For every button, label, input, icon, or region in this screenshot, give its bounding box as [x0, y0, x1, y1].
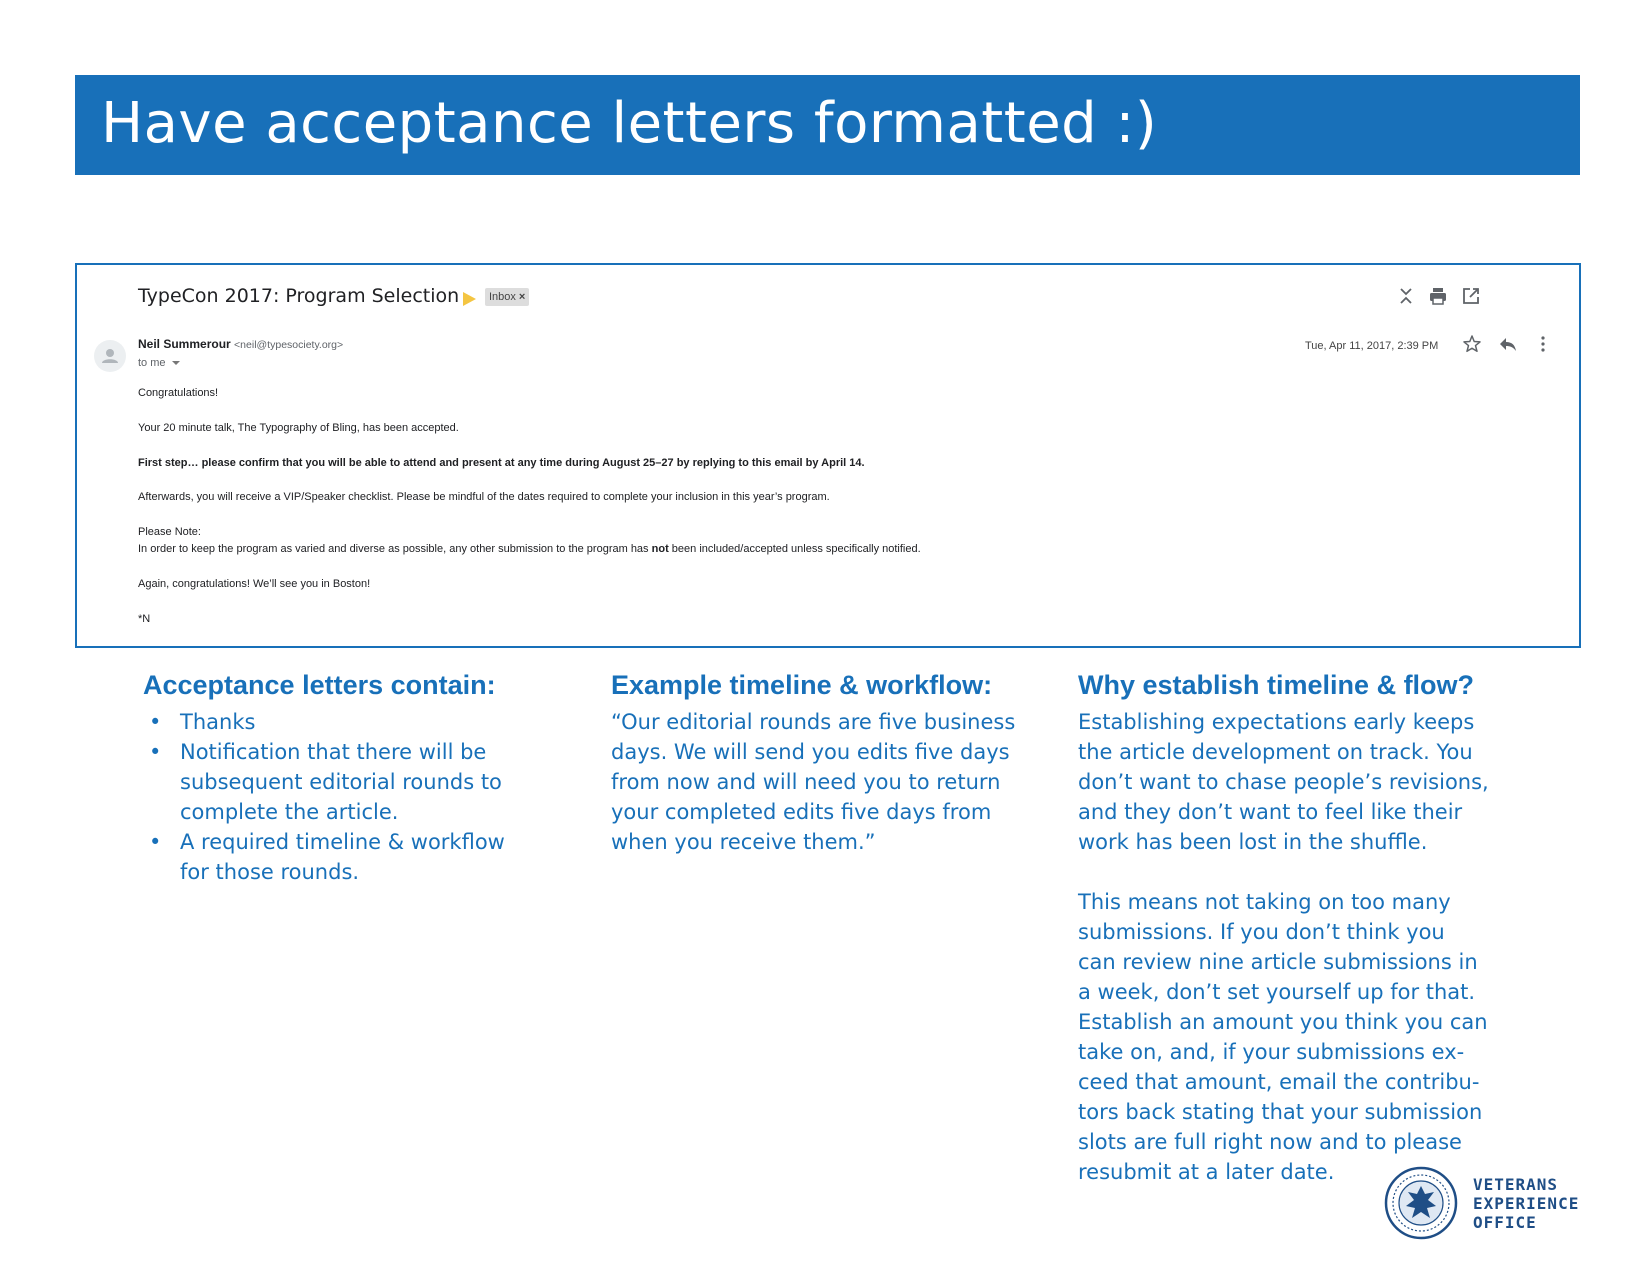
- sender-email: <neil@typesociety.org>: [234, 339, 344, 351]
- body-note-heading: Please Note:: [138, 526, 201, 538]
- recipient-dropdown[interactable]: to me: [138, 357, 180, 369]
- collapse-icon[interactable]: [1395, 285, 1417, 307]
- va-seal-icon: [1384, 1166, 1458, 1240]
- logo-line: OFFICE: [1473, 1213, 1537, 1232]
- text-line: slots are full right now and to please: [1078, 1130, 1462, 1154]
- importance-marker-icon[interactable]: [463, 292, 476, 306]
- column-example-timeline: Example timeline & workflow: “Our editor…: [611, 670, 1015, 857]
- text-line: work has been lost in the shuffle.: [1078, 830, 1428, 854]
- body-line-3: Afterwards, you will receive a VIP/Speak…: [138, 491, 830, 503]
- text-line: tors back stating that your submission: [1078, 1100, 1483, 1124]
- sender-name: Neil Summerour: [138, 337, 231, 351]
- star-icon[interactable]: [1461, 333, 1483, 355]
- text-line: days. We will send you edits five days: [611, 740, 1010, 764]
- body-line-1: Your 20 minute talk, The Typography of B…: [138, 422, 459, 434]
- print-icon[interactable]: [1427, 285, 1449, 307]
- body-line-2: First step… please confirm that you will…: [138, 457, 865, 469]
- example-quote: “Our editorial rounds are five business …: [611, 707, 1015, 857]
- note-text-after: been included/accepted unless specifical…: [668, 543, 921, 555]
- email-date: Tue, Apr 11, 2017, 2:39 PM: [1305, 340, 1439, 352]
- avatar-icon: [94, 340, 126, 372]
- logo-line: EXPERIENCE: [1473, 1194, 1580, 1213]
- text-line: ceed that amount, email the contribu-: [1078, 1070, 1480, 1094]
- column-why-establish: Why establish timeline & flow? Establish…: [1078, 670, 1489, 1187]
- bullet: •: [149, 710, 162, 734]
- open-new-window-icon[interactable]: [1460, 285, 1482, 307]
- text-line: from now and will need you to return: [611, 770, 1001, 794]
- list-item: • Notification that there will be subseq…: [143, 737, 505, 827]
- reply-icon[interactable]: [1497, 333, 1519, 355]
- veterans-experience-office-logo: VETERANS EXPERIENCE OFFICE: [1473, 1175, 1579, 1232]
- text-line: can review nine article submissions in: [1078, 950, 1478, 974]
- bullet: •: [149, 830, 162, 854]
- column-heading: Acceptance letters contain:: [143, 670, 496, 700]
- paragraph-1: Establishing expectations early keeps th…: [1078, 707, 1489, 857]
- text-line: This means not taking on too many: [1078, 890, 1451, 914]
- text-line: Establish an amount you think you can: [1078, 1010, 1488, 1034]
- bullet: •: [149, 740, 162, 764]
- list-item-line: subsequent editorial rounds to: [180, 770, 502, 794]
- text-line: and they don’t want to feel like their: [1078, 800, 1463, 824]
- column-heading: Why establish timeline & flow?: [1078, 670, 1475, 700]
- body-note-line: In order to keep the program as varied a…: [138, 543, 921, 555]
- column-acceptance-letters: Acceptance letters contain: • Thanks • N…: [143, 670, 505, 887]
- body-signature: *N: [138, 613, 151, 625]
- caret-down-icon: [171, 361, 180, 366]
- email-screenshot: TypeCon 2017: Program Selection Inbox × N…: [75, 263, 1581, 648]
- list-item-line: complete the article.: [180, 800, 399, 824]
- paragraph-2: This means not taking on too many submis…: [1078, 887, 1489, 1187]
- text-line: your completed edits five days from: [611, 800, 992, 824]
- note-text-before: In order to keep the program as varied a…: [138, 543, 652, 555]
- body-greeting: Congratulations!: [138, 387, 219, 399]
- note-text-bold: not: [651, 543, 669, 555]
- title-banner: Have acceptance letters formatted :): [75, 75, 1580, 175]
- column-heading: Example timeline & workflow:: [611, 670, 993, 700]
- inbox-label-text: Inbox: [489, 291, 516, 303]
- list-item: • A required timeline & workflow for tho…: [143, 827, 505, 887]
- text-line: when you receive them.”: [611, 830, 876, 854]
- text-line: “Our editorial rounds are five business: [611, 710, 1016, 734]
- remove-label-icon[interactable]: ×: [519, 291, 525, 303]
- slide-title: Have acceptance letters formatted :): [101, 91, 1158, 156]
- email-subject: TypeCon 2017: Program Selection: [138, 285, 460, 307]
- body-closing: Again, congratulations! We’ll see you in…: [138, 578, 371, 590]
- text-line: a week, don’t set yourself up for that.: [1078, 980, 1476, 1004]
- list-item-line: Thanks: [180, 710, 256, 734]
- inbox-label-chip[interactable]: Inbox ×: [485, 288, 530, 306]
- logo-line: VETERANS: [1473, 1175, 1559, 1194]
- text-line: Establishing expectations early keeps: [1078, 710, 1475, 734]
- text-line: don’t want to chase people’s revisions,: [1078, 770, 1489, 794]
- more-vert-icon[interactable]: [1532, 333, 1554, 355]
- list-item: • Thanks: [143, 707, 505, 737]
- text-line: take on, and, if your submissions ex-: [1078, 1040, 1465, 1064]
- list-item-line: for those rounds.: [180, 860, 360, 884]
- sender-line: Neil Summerour <neil@typesociety.org>: [138, 337, 343, 351]
- text-line: submissions. If you don’t think you: [1078, 920, 1445, 944]
- list-item-line: Notification that there will be: [180, 740, 487, 764]
- recipient-label: to me: [138, 357, 166, 369]
- text-line: the article development on track. You: [1078, 740, 1473, 764]
- list-item-line: A required timeline & workflow: [180, 830, 505, 854]
- acceptance-list: • Thanks • Notification that there will …: [143, 707, 505, 887]
